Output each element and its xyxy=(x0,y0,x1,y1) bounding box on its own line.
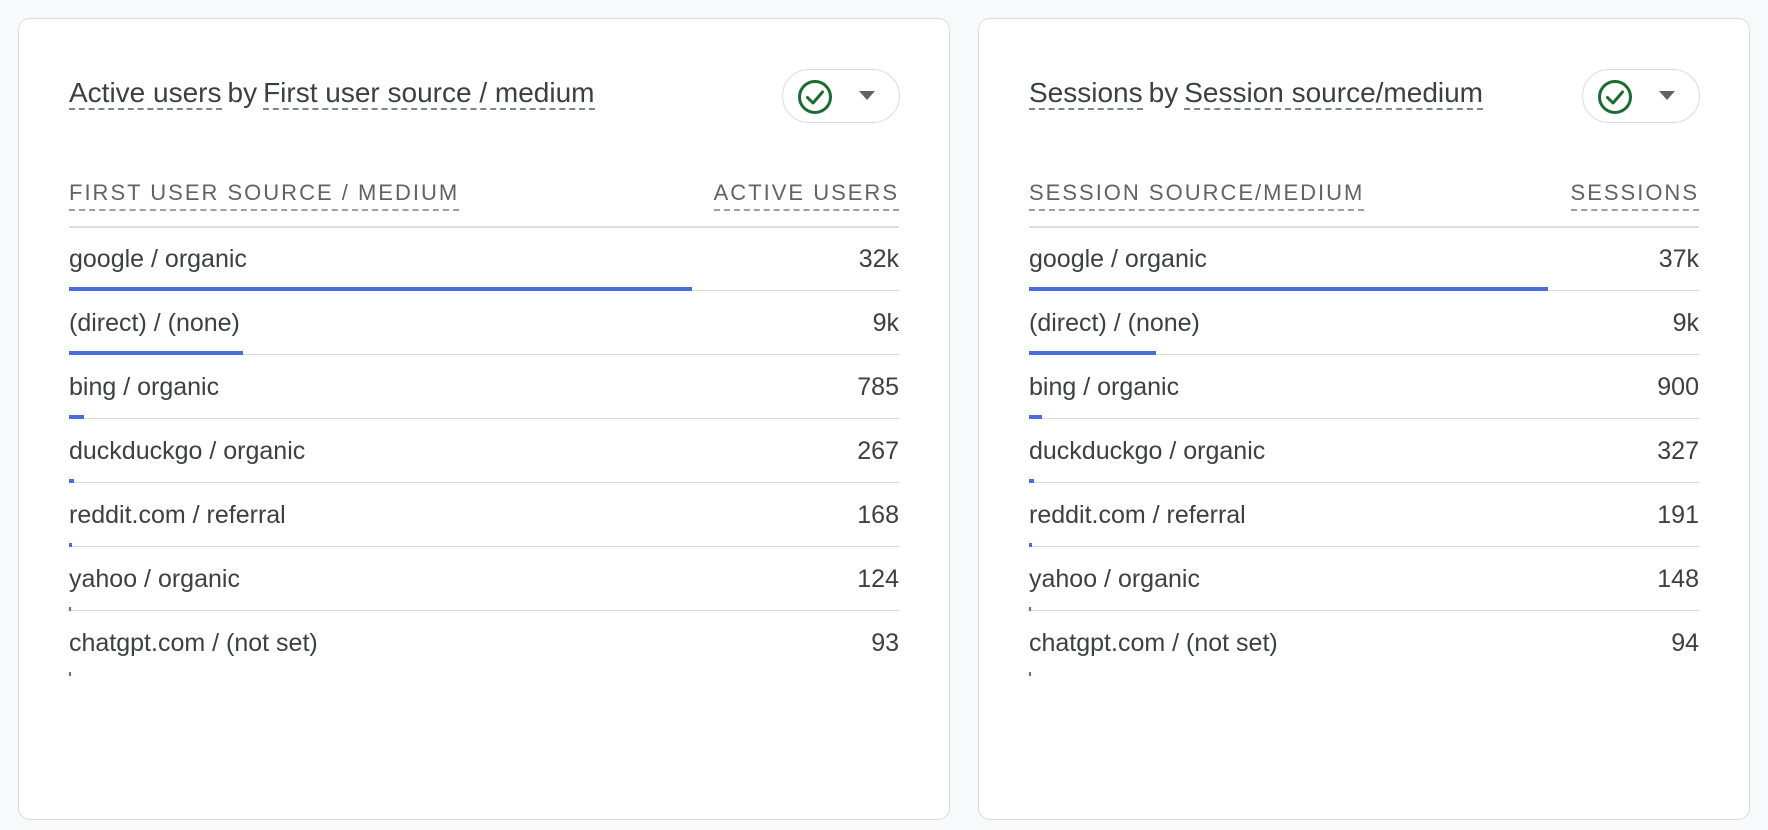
card-title: Active users by First user source / medium xyxy=(69,73,595,113)
row-value: 191 xyxy=(1657,501,1699,529)
metric-name-link[interactable]: Sessions xyxy=(1029,77,1143,110)
column-header-metric[interactable]: ACTIVE USERS xyxy=(713,179,899,211)
row-label: duckduckgo / organic xyxy=(1029,437,1266,465)
row-label: duckduckgo / organic xyxy=(69,437,306,465)
row-value: 168 xyxy=(857,501,899,529)
column-header-dimension[interactable]: SESSION SOURCE/MEDIUM xyxy=(1029,179,1365,211)
row-label: chatgpt.com / (not set) xyxy=(1029,629,1278,657)
row-label: chatgpt.com / (not set) xyxy=(69,629,318,657)
card-options-button[interactable] xyxy=(1582,69,1700,123)
row-label: bing / organic xyxy=(1029,373,1180,401)
table-row[interactable]: google / organic 37k xyxy=(1029,227,1699,291)
dimension-name-link[interactable]: Session source/medium xyxy=(1184,77,1484,110)
table-row[interactable]: yahoo / organic 148 xyxy=(1029,547,1699,611)
table-row[interactable]: chatgpt.com / (not set) 94 xyxy=(1029,611,1699,676)
table-row[interactable]: (direct) / (none) 9k xyxy=(1029,291,1699,355)
row-bar xyxy=(69,672,72,676)
row-label: (direct) / (none) xyxy=(69,309,240,337)
table-row[interactable]: duckduckgo / organic 327 xyxy=(1029,419,1699,483)
table-row[interactable]: bing / organic 785 xyxy=(69,355,899,419)
row-value: 37k xyxy=(1658,245,1699,273)
column-header-metric[interactable]: SESSIONS xyxy=(1570,179,1699,211)
row-value: 9k xyxy=(872,309,899,337)
row-value: 267 xyxy=(857,437,899,465)
row-value: 93 xyxy=(871,629,899,657)
card-options-button[interactable] xyxy=(782,69,900,123)
row-value: 900 xyxy=(1657,373,1699,401)
row-label: bing / organic xyxy=(69,373,220,401)
table-row[interactable]: google / organic 32k xyxy=(69,227,899,291)
sessions-card: Sessions by Session source/medium SESSION … xyxy=(978,18,1750,820)
caret-down-icon xyxy=(859,91,875,100)
row-label: reddit.com / referral xyxy=(1029,501,1246,529)
row-label: reddit.com / referral xyxy=(69,501,286,529)
card-title: Sessions by Session source/medium xyxy=(1029,73,1484,113)
row-bar xyxy=(1029,672,1031,676)
table-row[interactable]: (direct) / (none) 9k xyxy=(69,291,899,355)
check-circle-icon xyxy=(798,80,832,114)
row-label: yahoo / organic xyxy=(69,565,240,593)
row-value: 327 xyxy=(1657,437,1699,465)
title-by-text: by xyxy=(227,77,258,108)
row-label: yahoo / organic xyxy=(1029,565,1200,593)
title-by-text: by xyxy=(1148,77,1179,108)
metric-name-link[interactable]: Active users xyxy=(69,77,222,110)
table-row[interactable]: chatgpt.com / (not set) 93 xyxy=(69,611,899,676)
row-value: 124 xyxy=(857,565,899,593)
table-body: google / organic 37k (direct) / (none) 9k bi… xyxy=(1029,227,1699,676)
row-label: google / organic xyxy=(69,245,247,273)
table-row[interactable]: reddit.com / referral 191 xyxy=(1029,483,1699,547)
row-value: 94 xyxy=(1671,629,1699,657)
table-row[interactable]: duckduckgo / organic 267 xyxy=(69,419,899,483)
dimension-name-link[interactable]: First user source / medium xyxy=(263,77,595,110)
table-body: google / organic 32k (direct) / (none) 9k bi… xyxy=(69,227,899,676)
caret-down-icon xyxy=(1659,91,1675,100)
row-value: 9k xyxy=(1672,309,1699,337)
check-circle-icon xyxy=(1598,80,1632,114)
row-label: google / organic xyxy=(1029,245,1207,273)
table-row[interactable]: reddit.com / referral 168 xyxy=(69,483,899,547)
table-row[interactable]: yahoo / organic 124 xyxy=(69,547,899,611)
row-value: 785 xyxy=(857,373,899,401)
row-value: 148 xyxy=(1657,565,1699,593)
column-header-dimension[interactable]: FIRST USER SOURCE / MEDIUM xyxy=(69,179,460,211)
row-value: 32k xyxy=(858,245,899,273)
active-users-card: Active users by First user source / medium… xyxy=(18,18,950,820)
row-label: (direct) / (none) xyxy=(1029,309,1200,337)
table-row[interactable]: bing / organic 900 xyxy=(1029,355,1699,419)
